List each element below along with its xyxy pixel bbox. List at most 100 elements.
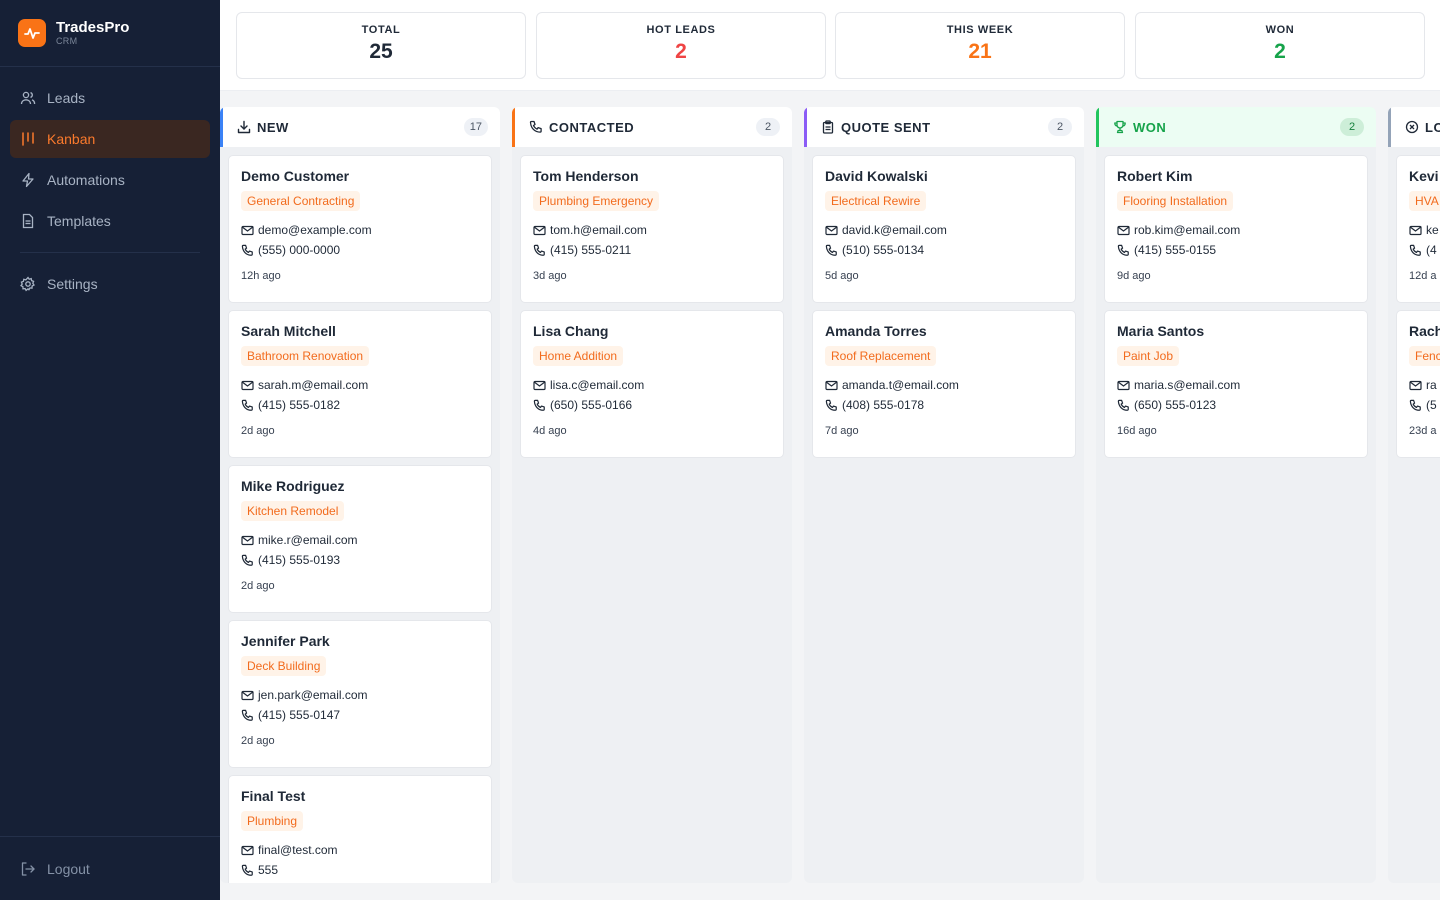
- email-text: jen.park@email.com: [258, 688, 368, 702]
- phone-text: (415) 555-0193: [258, 553, 341, 567]
- sidebar: TradesPro CRM Leads Kanban Automations T…: [0, 0, 220, 900]
- lead-email[interactable]: rob.kim@email.com: [1117, 220, 1355, 240]
- lead-card[interactable]: Robert Kim Flooring Installation rob.kim@e…: [1104, 155, 1368, 303]
- stat-label: THIS WEEK: [946, 24, 1014, 36]
- lead-phone[interactable]: (408) 555-0178: [825, 395, 1063, 415]
- lead-time: 2d ago: [241, 425, 275, 437]
- phone-icon: [825, 399, 842, 412]
- lead-phone[interactable]: (650) 555-0166: [533, 395, 771, 415]
- lead-phone[interactable]: (415) 555-0147: [241, 705, 479, 725]
- lead-card[interactable]: Maria Santos Paint Job maria.s@email.com (6…: [1104, 310, 1368, 458]
- service-tag: Flooring Installation: [1117, 191, 1234, 211]
- lead-card[interactable]: Kevi HVA ke (4 12d a: [1396, 155, 1440, 303]
- phone-text: (555) 000-0000: [258, 243, 341, 257]
- lead-email[interactable]: lisa.c@email.com: [533, 375, 771, 395]
- stat-won: WON 2: [1135, 12, 1425, 79]
- lead-phone[interactable]: (415) 555-0211: [533, 240, 771, 260]
- lead-card[interactable]: Sarah Mitchell Bathroom Renovation sarah.m…: [228, 310, 492, 458]
- lead-time: 9d ago: [1117, 270, 1151, 282]
- lead-phone[interactable]: (5: [1409, 395, 1440, 415]
- column-header[interactable]: CONTACTED 2: [512, 107, 792, 147]
- phone-icon: [1409, 244, 1426, 257]
- lead-card[interactable]: Amanda Torres Roof Replacement amanda.t@em…: [812, 310, 1076, 458]
- lead-card[interactable]: Demo Customer General Contracting demo@exa…: [228, 155, 492, 303]
- sidebar-item-label: Settings: [47, 276, 98, 292]
- lead-phone[interactable]: (510) 555-0134: [825, 240, 1063, 260]
- stats-bar: TOTAL 25 HOT LEADS 2 THIS WEEK 21 WON 2: [220, 0, 1440, 91]
- phone-text: (415) 555-0211: [550, 243, 632, 257]
- phone-icon: [241, 554, 258, 567]
- lead-email[interactable]: final@test.com: [241, 840, 479, 860]
- lead-phone[interactable]: (650) 555-0123: [1117, 395, 1355, 415]
- lead-email[interactable]: sarah.m@email.com: [241, 375, 479, 395]
- column-won: WON 2 Robert Kim Flooring Installation rob.k…: [1096, 107, 1376, 883]
- lead-phone[interactable]: (415) 555-0193: [241, 550, 479, 570]
- clipboard-icon: [821, 120, 841, 134]
- phone-text: 555: [258, 863, 279, 877]
- sidebar-item-label: Templates: [47, 213, 111, 229]
- sidebar-item-settings[interactable]: Settings: [10, 265, 210, 303]
- lead-name: Maria Santos: [1117, 323, 1205, 339]
- service-tag: HVA: [1409, 191, 1440, 211]
- trophy-icon: [1113, 120, 1133, 134]
- column-count-badge: 2: [756, 118, 780, 136]
- main-area: TOTAL 25 HOT LEADS 2 THIS WEEK 21 WON 2 …: [220, 0, 1440, 900]
- column-header[interactable]: QUOTE SENT 2: [804, 107, 1084, 147]
- sidebar-item-automations[interactable]: Automations: [10, 161, 210, 199]
- lead-card[interactable]: Jennifer Park Deck Building jen.park@email…: [228, 620, 492, 768]
- lead-card[interactable]: Lisa Chang Home Addition lisa.c@email.com (…: [520, 310, 784, 458]
- lead-email[interactable]: ke: [1409, 220, 1440, 240]
- lead-card[interactable]: Mike Rodriguez Kitchen Remodel mike.r@emai…: [228, 465, 492, 613]
- service-tag: Kitchen Remodel: [241, 501, 345, 521]
- lead-phone[interactable]: (555) 000-0000: [241, 240, 479, 260]
- service-tag: Paint Job: [1117, 346, 1180, 366]
- lead-phone[interactable]: 555: [241, 860, 479, 880]
- phone-text: (415) 555-0147: [258, 708, 341, 722]
- column-title: NEW: [257, 119, 289, 135]
- stat-label: TOTAL: [361, 24, 401, 36]
- lead-phone[interactable]: (415) 555-0155: [1117, 240, 1355, 260]
- sidebar-item-kanban[interactable]: Kanban: [10, 120, 210, 158]
- lead-name: Kevi: [1409, 168, 1439, 184]
- brand[interactable]: TradesPro CRM: [0, 0, 220, 67]
- mail-icon: [1117, 224, 1134, 237]
- column-header[interactable]: WON 2: [1096, 107, 1376, 147]
- sidebar-item-templates[interactable]: Templates: [10, 202, 210, 240]
- stat-label: HOT LEADS: [646, 24, 716, 36]
- lead-time: 3d ago: [533, 270, 567, 282]
- gear-icon: [20, 276, 35, 292]
- lead-card[interactable]: Tom Henderson Plumbing Emergency tom.h@ema…: [520, 155, 784, 303]
- phone-text: (4: [1426, 243, 1437, 257]
- mail-icon: [1409, 379, 1426, 392]
- stat-value: 2: [675, 40, 687, 63]
- pulse-logo-icon: [18, 19, 46, 47]
- column-count-badge: 17: [463, 118, 488, 136]
- lead-email[interactable]: tom.h@email.com: [533, 220, 771, 240]
- lead-email[interactable]: demo@example.com: [241, 220, 479, 240]
- lead-phone[interactable]: (415) 555-0182: [241, 395, 479, 415]
- lead-name: Robert Kim: [1117, 168, 1193, 184]
- phone-icon: [1117, 399, 1134, 412]
- lead-card[interactable]: Rach Fenc ra (5 23d a: [1396, 310, 1440, 458]
- sidebar-item-leads[interactable]: Leads: [10, 79, 210, 117]
- phone-text: (5: [1426, 398, 1437, 412]
- lead-email[interactable]: ra: [1409, 375, 1440, 395]
- column-header[interactable]: NEW 17: [220, 107, 500, 147]
- lead-email[interactable]: david.k@email.com: [825, 220, 1063, 240]
- lead-email[interactable]: maria.s@email.com: [1117, 375, 1355, 395]
- lead-time: 4d ago: [533, 425, 567, 437]
- lead-email[interactable]: mike.r@email.com: [241, 530, 479, 550]
- lead-card[interactable]: David Kowalski Electrical Rewire david.k@e…: [812, 155, 1076, 303]
- stat-value: 25: [369, 40, 393, 63]
- lead-phone[interactable]: (4: [1409, 240, 1440, 260]
- lead-email[interactable]: amanda.t@email.com: [825, 375, 1063, 395]
- lead-email[interactable]: jen.park@email.com: [241, 685, 479, 705]
- phone-icon: [241, 399, 258, 412]
- column-title: CONTACTED: [549, 119, 635, 135]
- lead-card[interactable]: Final Test Plumbing final@test.com 555: [228, 775, 492, 883]
- logout-button[interactable]: Logout: [0, 836, 220, 900]
- column-header[interactable]: LO: [1388, 107, 1440, 147]
- email-text: rob.kim@email.com: [1134, 223, 1241, 237]
- service-tag: Deck Building: [241, 656, 327, 676]
- service-tag: Fenc: [1409, 346, 1440, 366]
